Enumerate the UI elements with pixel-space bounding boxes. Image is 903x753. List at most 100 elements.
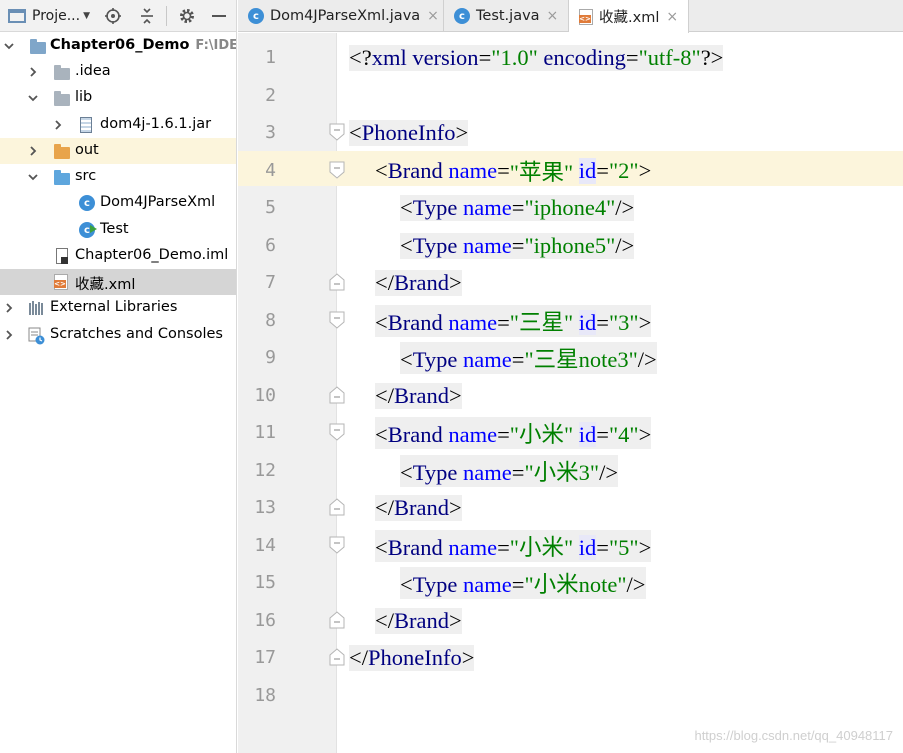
folder-icon — [30, 39, 46, 54]
code-line-10: </Brand> — [375, 379, 462, 413]
fold-close-icon[interactable] — [328, 647, 346, 667]
tree-item-label: .idea — [75, 63, 111, 79]
tag-close: /> — [615, 233, 635, 258]
tag-close: > — [448, 270, 462, 295]
equals: = — [497, 158, 510, 183]
xml-decl-open: <? — [349, 45, 372, 71]
line-number: 15 — [254, 572, 276, 593]
tab-test[interactable]: c Test.java × — [444, 0, 569, 32]
line-number: 14 — [254, 535, 276, 556]
code-line-13: </Brand> — [375, 491, 462, 525]
libraries-icon — [28, 301, 44, 315]
tree-item-scratches[interactable]: Scratches and Consoles — [0, 322, 236, 348]
tree-item-test[interactable]: c Test — [0, 217, 236, 243]
tag-close: > — [448, 608, 462, 633]
chevron-down-icon[interactable] — [28, 93, 38, 103]
chevron-right-icon[interactable] — [53, 120, 63, 130]
line-number: 12 — [254, 460, 276, 481]
tag-close: /> — [599, 460, 619, 485]
chevron-down-icon[interactable] — [28, 172, 38, 182]
line-number: 9 — [265, 347, 276, 368]
tree-item-src[interactable]: src — [0, 164, 236, 190]
tag-name: Brand — [387, 158, 443, 183]
tree-item-label: out — [75, 142, 99, 158]
tree-item-label: dom4j-1.6.1.jar — [100, 116, 212, 132]
folder-icon — [54, 91, 70, 106]
toolbar-divider — [166, 6, 167, 26]
attr-value: "小米" — [509, 422, 574, 447]
chevron-down-icon[interactable] — [4, 41, 14, 51]
xml-decl-close: ?> — [700, 45, 724, 71]
tag-open: < — [375, 310, 388, 335]
tag-open: < — [375, 535, 388, 560]
line-number: 11 — [254, 422, 276, 443]
line-number: 2 — [265, 85, 276, 106]
tab-favorites-xml[interactable]: <> 收藏.xml × — [569, 0, 689, 33]
equals: = — [596, 158, 609, 183]
tree-item-out[interactable]: out — [0, 138, 236, 164]
attr-value: "3" — [608, 310, 639, 335]
project-view-selector[interactable]: Proje... ▼ — [8, 0, 90, 32]
tree-item-chapter06-demo[interactable]: Chapter06_Demo F:\IDEA — [0, 33, 236, 59]
tag-open: < — [400, 572, 413, 597]
scratches-icon — [28, 327, 45, 345]
tree-item-label: Test — [100, 221, 129, 237]
attr-value: "2" — [608, 158, 639, 183]
attr-name: id — [578, 310, 597, 335]
chevron-right-icon[interactable] — [4, 330, 14, 340]
class-icon: c — [454, 8, 470, 24]
gear-icon[interactable] — [176, 0, 198, 32]
tree-item-dom4jparsexml[interactable]: c Dom4JParseXml — [0, 190, 236, 216]
tag-open: </ — [375, 495, 394, 520]
attr-name: encoding — [537, 45, 626, 71]
editor-tab-bar: c Dom4JParseXml.java × c Test.java × <> … — [238, 0, 903, 33]
line-number: 17 — [254, 647, 276, 668]
fold-close-icon[interactable] — [328, 385, 346, 405]
close-icon[interactable]: × — [547, 8, 559, 24]
tree-item-external-libraries[interactable]: External Libraries — [0, 295, 236, 321]
tree-item-dom4j-jar[interactable]: dom4j-1.6.1.jar — [0, 112, 236, 138]
tab-dom4jparsexml[interactable]: c Dom4JParseXml.java × — [238, 0, 444, 32]
close-icon[interactable]: × — [666, 9, 678, 25]
chevron-right-icon[interactable] — [28, 146, 38, 156]
tag-close: > — [448, 383, 462, 408]
tree-item-lib[interactable]: lib — [0, 85, 236, 111]
attr-name: id — [578, 535, 597, 560]
fold-open-icon[interactable] — [328, 160, 346, 180]
project-view-title: Proje... — [32, 8, 81, 24]
attr-value: "iphone5" — [524, 233, 616, 258]
line-number: 8 — [265, 310, 276, 331]
fold-close-icon[interactable] — [328, 272, 346, 292]
attr-name: name — [442, 535, 498, 560]
tag-close: /> — [637, 347, 657, 372]
collapse-icon[interactable] — [136, 0, 158, 32]
attr-name: id — [578, 158, 597, 184]
fold-close-icon[interactable] — [328, 497, 346, 517]
close-icon[interactable]: × — [427, 8, 439, 24]
line-number: 6 — [265, 235, 276, 256]
tree-item-favorites-xml[interactable]: <> 收藏.xml — [0, 269, 236, 295]
chevron-right-icon[interactable] — [28, 67, 38, 77]
tag-close: > — [461, 645, 475, 670]
fold-open-icon[interactable] — [328, 422, 346, 442]
tree-item-idea[interactable]: .idea — [0, 59, 236, 85]
tree-item-label: External Libraries — [50, 299, 178, 315]
code-editor[interactable]: 1 2 3 4 5 6 7 8 9 10 11 12 13 14 15 16 1… — [238, 33, 903, 753]
tag-name: Type — [412, 347, 458, 372]
run-icon — [89, 221, 97, 233]
tree-item-label: Chapter06_Demo.iml — [75, 247, 229, 263]
fold-close-icon[interactable] — [328, 610, 346, 630]
tag-name: Type — [412, 572, 458, 597]
fold-open-icon[interactable] — [328, 122, 346, 142]
folder-icon — [54, 170, 70, 185]
fold-open-icon[interactable] — [328, 310, 346, 330]
fold-open-icon[interactable] — [328, 535, 346, 555]
equals: = — [511, 233, 525, 258]
folder-icon — [54, 144, 70, 159]
chevron-right-icon[interactable] — [4, 303, 14, 313]
tag-name: Brand — [393, 270, 449, 295]
tree-item-iml[interactable]: Chapter06_Demo.iml — [0, 243, 236, 269]
equals: = — [596, 535, 609, 560]
minimize-icon[interactable] — [208, 0, 230, 32]
crosshair-icon[interactable] — [102, 0, 124, 32]
